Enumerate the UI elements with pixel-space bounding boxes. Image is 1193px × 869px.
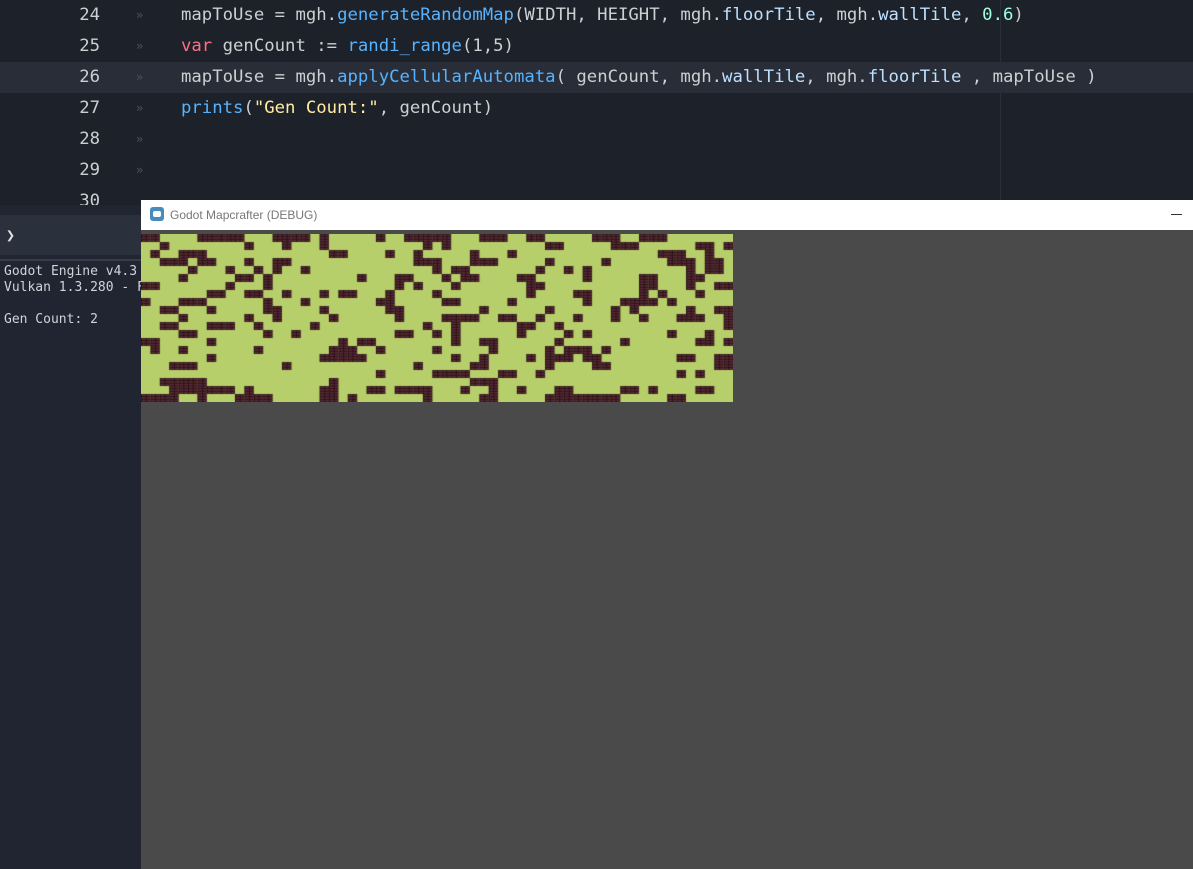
tab-indicator-icon: » [136, 8, 144, 22]
output-panel: ❯ Godot Engine v4.3 Vulkan 1.3.280 - F G… [0, 205, 141, 869]
code-line[interactable]: 25 » var genCount := randi_range(1,5) [0, 31, 1193, 62]
tab-indicator-icon: » [136, 101, 144, 115]
code-line[interactable]: 26 » mapToUse = mgh.applyCellularAutomata(… [0, 62, 1193, 93]
tab-indicator-icon: » [136, 132, 144, 146]
game-viewport[interactable] [141, 230, 1193, 869]
minimize-button[interactable] [1159, 200, 1193, 230]
code-editor[interactable]: 24 » mapToUse = mgh.generateRandomMap(WIDT… [0, 0, 1193, 205]
code-text: prints("Gen Count:", genCount) [181, 98, 494, 118]
tab-indicator-icon: » [136, 70, 144, 84]
code-text: mapToUse = mgh.applyCellularAutomata( ge… [181, 67, 1097, 87]
line-number: 30 [79, 191, 100, 205]
line-number: 25 [79, 36, 100, 56]
tab-indicator-icon: » [136, 39, 144, 53]
code-line[interactable]: 29 » [0, 155, 1193, 186]
output-panel-toggle[interactable]: ❯ [0, 215, 141, 255]
game-window[interactable]: Godot Mapcrafter (DEBUG) [141, 200, 1193, 869]
output-divider [0, 259, 141, 261]
output-engine-line: Godot Engine v4.3 [4, 264, 138, 279]
tab-indicator-icon: » [136, 163, 144, 177]
chevron-right-icon: ❯ [6, 226, 16, 244]
code-line[interactable]: 24 » mapToUse = mgh.generateRandomMap(WIDT… [0, 0, 1193, 31]
line-number: 27 [79, 98, 100, 118]
godot-app-icon [150, 207, 164, 221]
code-text: var genCount := randi_range(1,5) [181, 36, 514, 56]
line-number: 24 [79, 5, 100, 25]
code-line[interactable]: 28 » [0, 124, 1193, 155]
line-number: 29 [79, 160, 100, 180]
output-vulkan-line: Vulkan 1.3.280 - F [4, 280, 141, 295]
line-number: 28 [79, 129, 100, 149]
window-titlebar[interactable]: Godot Mapcrafter (DEBUG) [141, 200, 1193, 230]
window-title: Godot Mapcrafter (DEBUG) [170, 208, 318, 222]
line-number: 26 [79, 67, 100, 87]
output-gen-count-line: Gen Count: 2 [4, 312, 98, 327]
tilemap-canvas [141, 234, 733, 402]
code-line[interactable]: 27 » prints("Gen Count:", genCount) [0, 93, 1193, 124]
code-text: mapToUse = mgh.generateRandomMap(WIDTH, … [181, 5, 1024, 25]
